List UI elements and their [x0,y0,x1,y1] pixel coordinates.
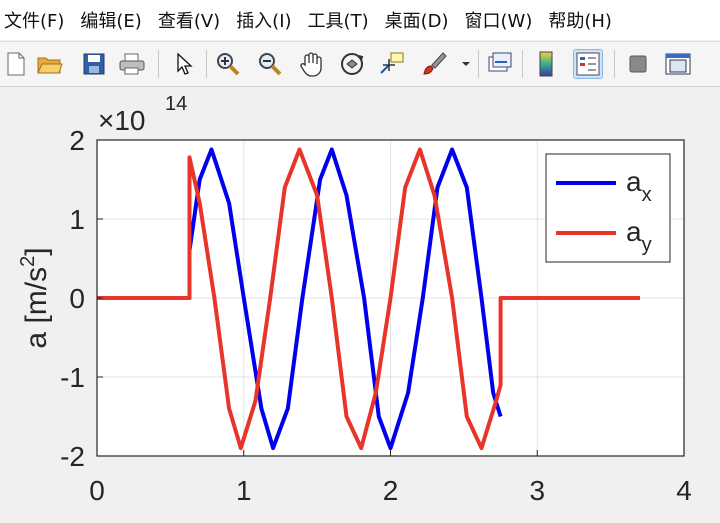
x-tick-label: 0 [89,475,105,506]
open-folder-icon[interactable] [36,50,64,78]
y-tick-label: 1 [69,204,85,235]
x-tick-label: 1 [236,475,252,506]
menu-item[interactable]: 插入(I) [236,7,291,33]
menu-item[interactable]: 工具(T) [308,7,369,33]
show-plot-tools-icon[interactable] [664,50,692,78]
pointer-icon[interactable] [170,50,198,78]
y-tick-label: 0 [69,283,85,314]
new-file-icon[interactable] [2,50,30,78]
pan-hand-icon[interactable] [298,50,326,78]
x-tick-label: 3 [529,475,545,506]
exponent-label: ×10 [98,105,146,136]
toolbar [0,41,720,87]
x-tick-label: 2 [383,475,399,506]
print-icon[interactable] [118,50,146,78]
toolbar-separator [614,50,615,78]
y-tick-label: -1 [60,362,85,393]
y-tick-label: -2 [60,441,85,472]
legend-icon[interactable] [573,49,603,79]
y-tick-label: 2 [69,125,85,156]
save-icon[interactable] [80,50,108,78]
figure-window: 0 1 2 3 4 2 1 0 -1 -2 ×10 14 a [m/s2] ax ay [0,86,720,519]
menu-item[interactable]: 文件(F) [4,7,64,33]
menu-item[interactable]: 桌面(D) [385,7,449,33]
zoom-in-icon[interactable] [214,50,242,78]
zoom-out-icon[interactable] [256,50,284,78]
menu-item[interactable]: 查看(V) [158,7,220,33]
toolbar-separator [522,50,523,78]
toolbar-separator [158,50,159,78]
colorbar-icon[interactable] [532,50,560,78]
exponent-power: 14 [165,93,187,115]
toolbar-separator [478,50,479,78]
menu-item[interactable]: 编辑(E) [80,7,141,33]
toolbar-separator [206,50,207,78]
data-cursor-icon[interactable] [378,50,406,78]
brush-icon[interactable] [420,50,448,78]
menu-item[interactable]: 窗口(W) [465,7,533,33]
chevron-down-icon[interactable] [452,50,480,78]
menu-item[interactable]: 帮助(H) [548,7,612,33]
x-tick-label: 4 [676,475,692,506]
hide-plot-tools-icon[interactable] [624,50,652,78]
rotate-3d-icon[interactable] [338,50,366,78]
link-plot-icon[interactable] [486,50,514,78]
menu-bar: 文件(F) 编辑(E) 查看(V) 插入(I) 工具(T) 桌面(D) 窗口(W) 帮助(H) [0,0,720,40]
y-axis-label: a [m/s2] [17,247,53,348]
plot-area[interactable]: 0 1 2 3 4210-1-2×1014a [m/s2]axay [0,86,720,519]
